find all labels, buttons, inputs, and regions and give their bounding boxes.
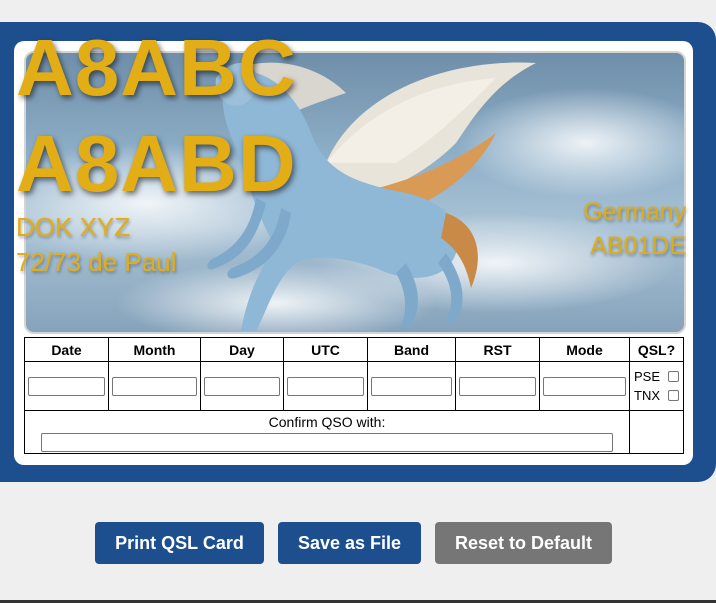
rst-input[interactable] [459,376,536,396]
confirm-qso-label: Confirm QSO with: [268,414,386,430]
callsign-secondary: A8ABD [16,119,297,208]
header-qsl: QSL? [629,337,684,362]
qsl-options: PSE TNX [629,361,684,411]
confirm-qso-input[interactable] [41,433,613,452]
header-date: Date [24,337,109,362]
header-day: Day [200,337,284,362]
callsign-primary: A8ABC [16,23,297,112]
qso-input-row: PSE TNX [24,361,684,411]
pse-checkbox[interactable] [668,371,679,382]
locator-label: AB01DE [590,232,686,260]
pse-label: PSE [634,369,661,384]
country-label: Germany [583,198,686,226]
utc-input[interactable] [287,376,364,396]
tnx-label: TNX [634,388,660,403]
header-rst: RST [455,337,540,362]
qso-table: Date Month Day UTC Band RST Mode QSL? PS… [24,337,684,454]
mode-input[interactable] [543,376,626,396]
qsl-option-pse: PSE [632,367,683,386]
print-qsl-card-button[interactable]: Print QSL Card [95,522,264,564]
header-mode: Mode [539,337,630,362]
header-band: Band [367,337,456,362]
reset-to-default-button[interactable]: Reset to Default [435,522,612,564]
band-input[interactable] [371,376,452,396]
header-month: Month [108,337,201,362]
confirm-row: Confirm QSO with: [24,410,684,454]
date-input[interactable] [28,376,105,396]
tnx-checkbox[interactable] [668,390,679,401]
qso-header-row: Date Month Day UTC Band RST Mode QSL? [24,337,684,362]
header-utc: UTC [283,337,368,362]
day-input[interactable] [204,376,280,396]
dok-label: DOK XYZ [16,212,131,242]
greeting-text: 72/73 de Paul [16,247,177,277]
qsl-option-tnx: TNX [632,386,683,405]
save-as-file-button[interactable]: Save as File [278,522,421,564]
month-input[interactable] [112,376,197,396]
confirm-empty-cell [629,410,684,454]
